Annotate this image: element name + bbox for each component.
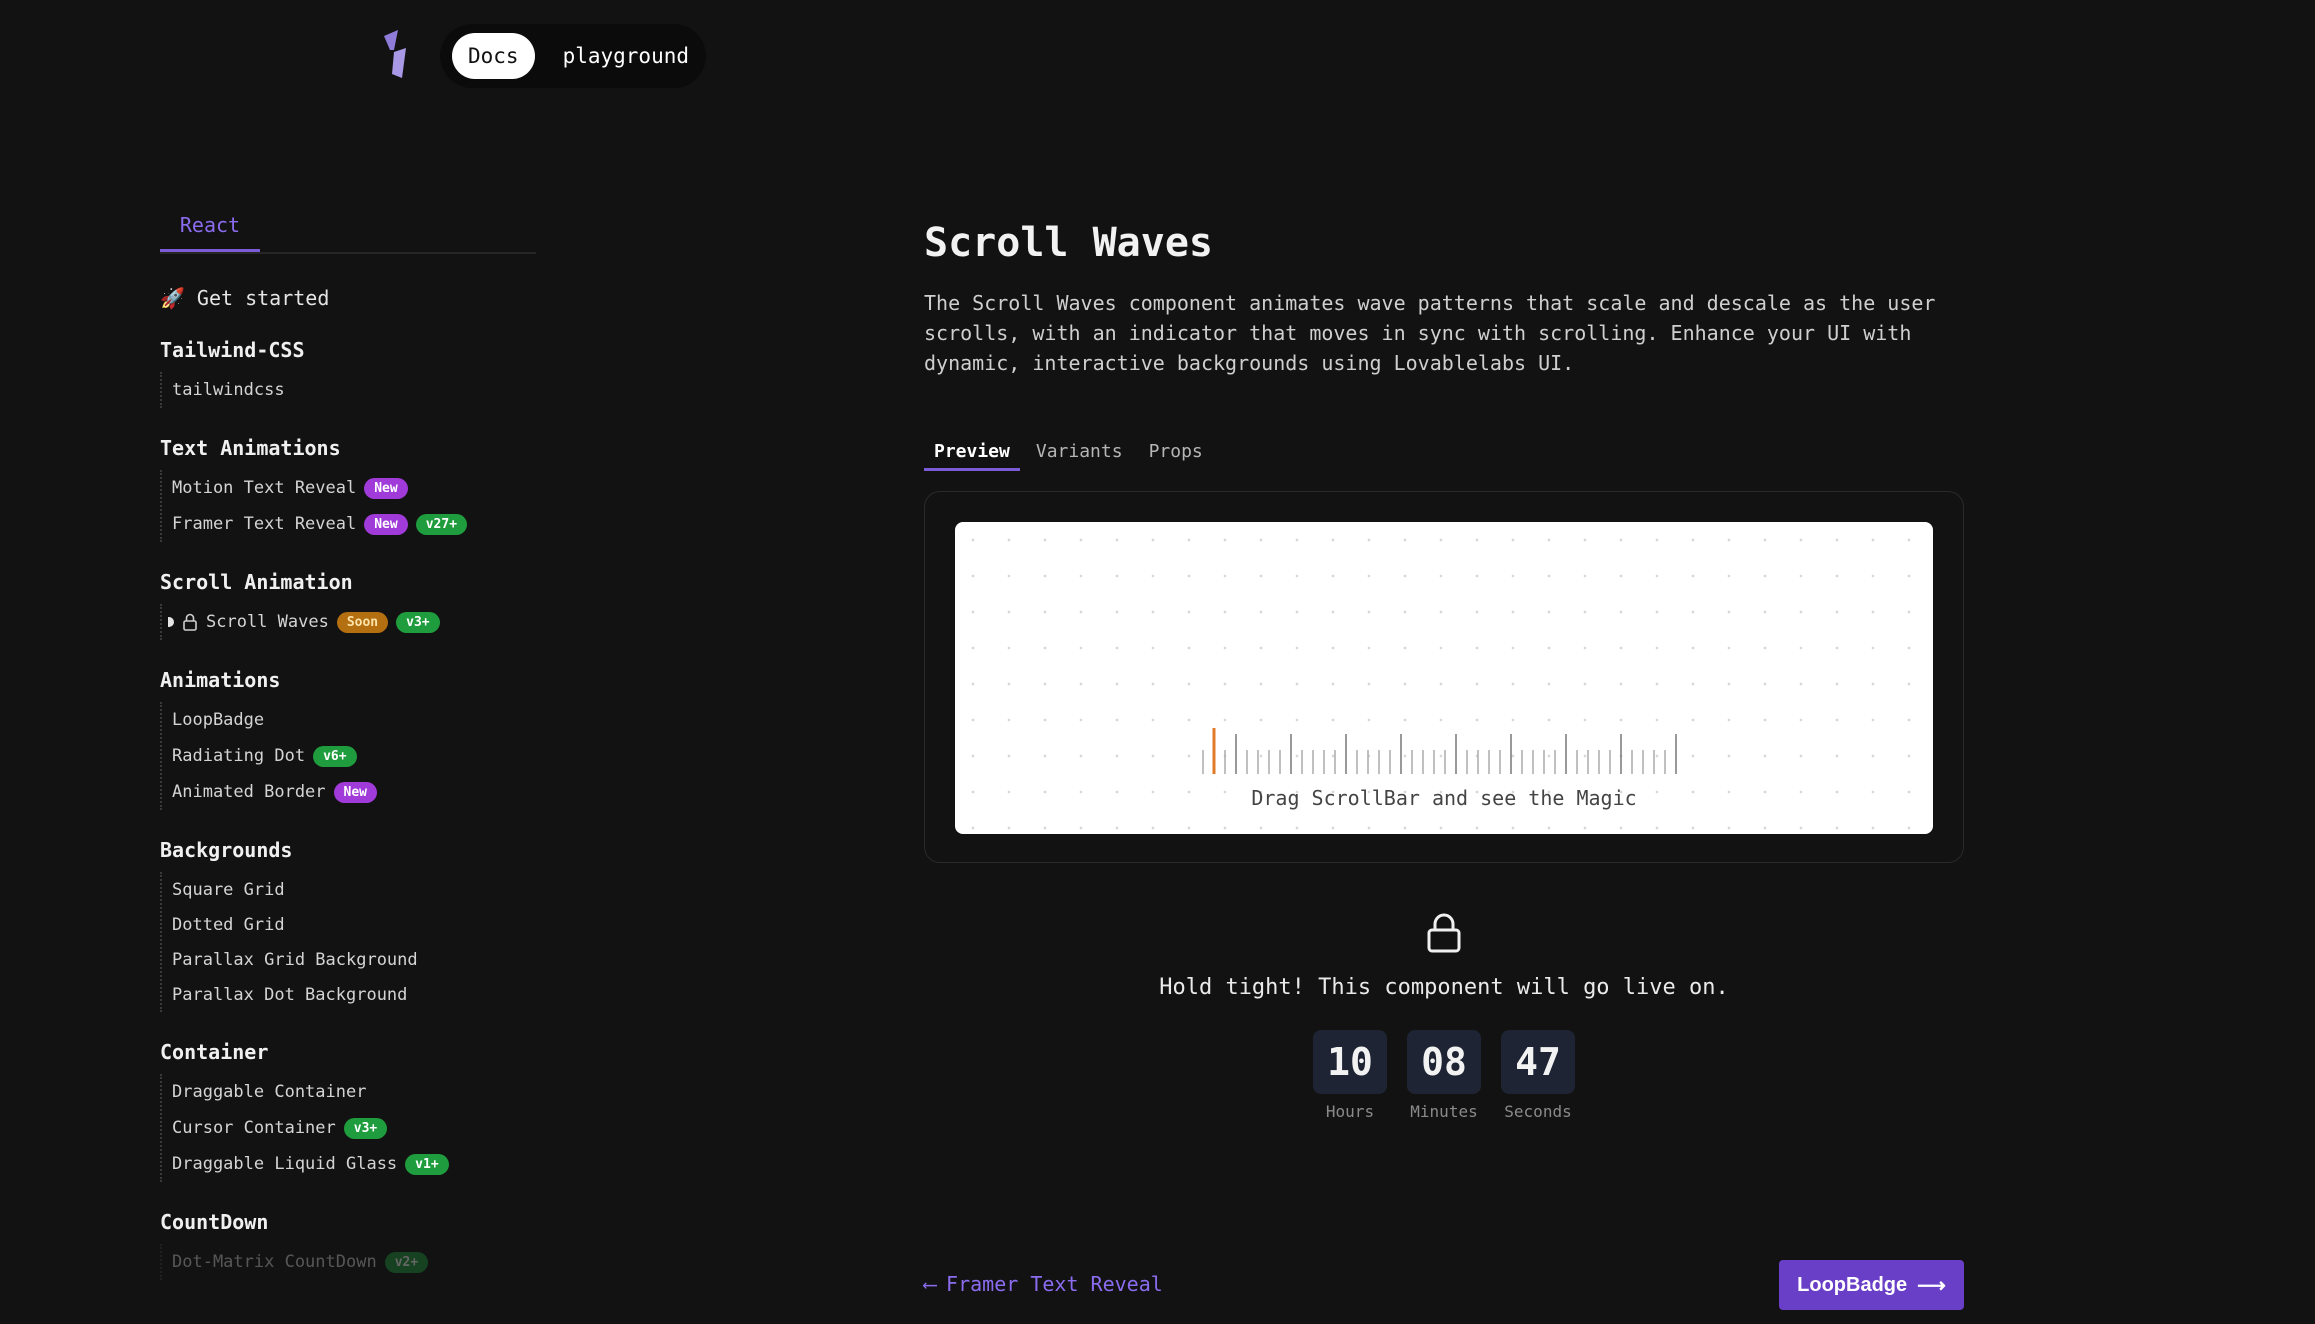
sidebar-item-draggable-container[interactable]: Draggable Container: [172, 1074, 536, 1110]
sidebar-item-scroll-waves[interactable]: Scroll Waves Soon v3+: [168, 604, 536, 640]
get-started-link[interactable]: 🚀 Get started: [160, 286, 536, 310]
sidebar: React 🚀 Get started Tailwind-CSS tailwin…: [160, 200, 536, 1280]
active-dot-icon: [168, 617, 174, 627]
lock-icon: [1427, 913, 1461, 953]
sidebar-item-framer-text-reveal[interactable]: Framer Text Reveal New v27+: [172, 506, 536, 542]
sidebar-item-dot-matrix-countdown[interactable]: Dot-Matrix CountDown v2+: [172, 1244, 536, 1280]
item-label: Framer Text Reveal: [172, 514, 357, 534]
section-title: Tailwind-CSS: [160, 338, 305, 362]
sidebar-item-radiating-dot[interactable]: Radiating Dot v6+: [172, 738, 536, 774]
prev-page-label: Framer Text Reveal: [946, 1272, 1163, 1296]
item-label: Cursor Container: [172, 1118, 336, 1138]
tab-variants[interactable]: Variants: [1026, 434, 1133, 468]
sidebar-item-parallax-dot-background[interactable]: Parallax Dot Background: [172, 977, 536, 1012]
lock-icon: [183, 613, 197, 631]
countdown-label: Seconds: [1504, 1102, 1572, 1121]
sidebar-item-animated-border[interactable]: Animated Border New: [172, 774, 536, 810]
countdown-hours: 10 Hours: [1313, 1030, 1387, 1121]
item-label: Dotted Grid: [172, 914, 285, 935]
countdown-timer: 10 Hours 08 Minutes 47 Seconds: [924, 1030, 1964, 1121]
item-label: Scroll Waves: [206, 612, 329, 632]
sidebar-item-motion-text-reveal[interactable]: Motion Text Reveal New: [172, 470, 536, 506]
sidebar-item-tailwindcss[interactable]: tailwindcss: [172, 372, 536, 408]
tab-props[interactable]: Props: [1139, 434, 1213, 468]
rocket-icon: 🚀: [160, 286, 185, 310]
item-label: Draggable Container: [172, 1082, 367, 1102]
arrow-left-icon: ⟵: [924, 1272, 937, 1296]
version-badge: v3+: [343, 1117, 388, 1139]
preview-canvas[interactable]: Drag ScrollBar and see the Magic: [955, 522, 1933, 834]
countdown-minutes: 08 Minutes: [1407, 1030, 1481, 1121]
page-title: Scroll Waves: [924, 220, 1213, 266]
section-title: CountDown: [160, 1210, 269, 1234]
item-label: Dot-Matrix CountDown: [172, 1252, 377, 1272]
countdown-seconds: 47 Seconds: [1501, 1030, 1575, 1121]
sidebar-item-parallax-grid-background[interactable]: Parallax Grid Background: [172, 942, 536, 977]
content-tabs: Preview Variants Props: [924, 434, 1964, 471]
section-title: Text Animations: [160, 436, 341, 460]
sidebar-item-dotted-grid[interactable]: Dotted Grid: [172, 907, 536, 942]
docs-tab[interactable]: Docs: [452, 33, 535, 79]
sidebar-item-loopbadge[interactable]: LoopBadge: [172, 702, 536, 738]
playground-tab[interactable]: playground: [547, 33, 705, 79]
countdown-label: Minutes: [1410, 1102, 1478, 1121]
arrow-right-icon: ⟶: [1917, 1274, 1946, 1297]
item-label: Square Grid: [172, 879, 285, 900]
item-label: Radiating Dot: [172, 746, 306, 766]
page-description: The Scroll Waves component animates wave…: [924, 291, 1936, 375]
section-title: Container: [160, 1040, 269, 1064]
section-title: Backgrounds: [160, 838, 293, 862]
version-badge: v1+: [405, 1153, 449, 1175]
new-badge: New: [364, 513, 408, 535]
get-started-label: Get started: [196, 286, 330, 310]
countdown-value: 10: [1313, 1030, 1387, 1094]
next-page-button[interactable]: LoopBadge ⟶: [1779, 1260, 1964, 1310]
soon-badge: Soon: [336, 611, 389, 633]
lock-container: [924, 913, 1964, 957]
item-label: tailwindcss: [172, 380, 285, 400]
version-badge: v2+: [384, 1251, 429, 1273]
hold-tight-text: Hold tight! This component will go live …: [1159, 975, 1729, 1000]
preview-panel: Drag ScrollBar and see the Magic: [924, 491, 1964, 863]
sidebar-item-draggable-liquid-glass[interactable]: Draggable Liquid Glass v1+: [172, 1146, 536, 1182]
item-label: Parallax Grid Background: [172, 949, 418, 970]
item-label: Animated Border: [172, 782, 326, 802]
preview-caption: Drag ScrollBar and see the Magic: [1251, 786, 1637, 810]
main-content: Scroll Waves The Scroll Waves component …: [924, 220, 1964, 1121]
countdown-value: 47: [1501, 1030, 1575, 1094]
tab-preview[interactable]: Preview: [924, 434, 1020, 471]
logo-icon[interactable]: [380, 30, 410, 78]
new-badge: New: [333, 781, 378, 803]
next-page-label: LoopBadge: [1797, 1273, 1908, 1296]
new-badge: New: [364, 477, 408, 499]
countdown-label: Hours: [1325, 1102, 1375, 1121]
sidebar-item-square-grid[interactable]: Square Grid: [172, 872, 536, 907]
item-label: Motion Text Reveal: [172, 478, 357, 498]
section-title: Animations: [160, 668, 281, 692]
countdown-value: 08: [1407, 1030, 1481, 1094]
top-nav: Docs playground: [440, 24, 706, 88]
version-badge: v27+: [415, 513, 468, 535]
framework-tabbar: React: [160, 200, 536, 254]
item-label: LoopBadge: [172, 710, 265, 730]
prev-page-link[interactable]: ⟵ Framer Text Reveal: [924, 1272, 1163, 1296]
section-title: Scroll Animation: [160, 570, 353, 594]
version-badge: v3+: [396, 611, 440, 633]
scroll-waves-bars[interactable]: [1195, 716, 1695, 776]
version-badge: v6+: [313, 745, 357, 767]
tab-react[interactable]: React: [160, 200, 260, 252]
sidebar-item-cursor-container[interactable]: Cursor Container v3+: [172, 1110, 536, 1146]
item-label: Parallax Dot Background: [172, 984, 408, 1005]
item-label: Draggable Liquid Glass: [172, 1154, 398, 1174]
